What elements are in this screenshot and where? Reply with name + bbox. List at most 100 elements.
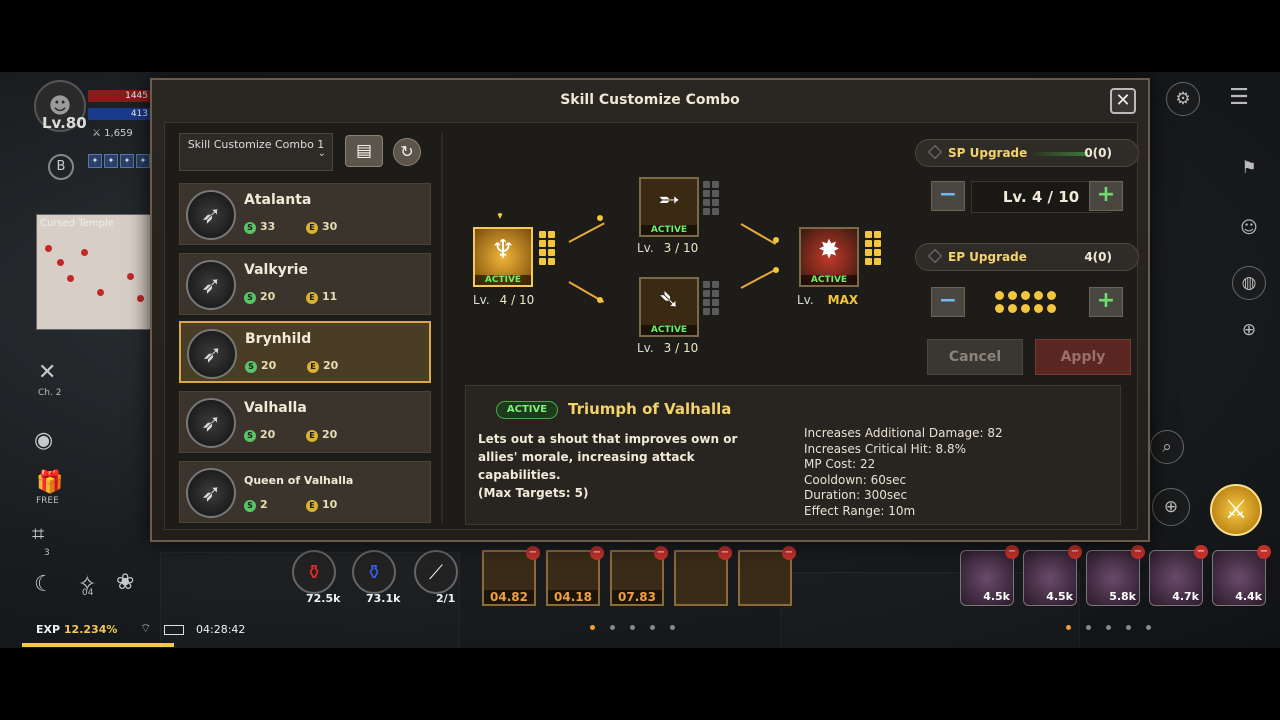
- remove-icon[interactable]: −: [1257, 545, 1271, 559]
- feather-icon[interactable]: ⟋: [414, 550, 458, 594]
- orb-icon[interactable]: ◍: [1232, 266, 1266, 300]
- page-dot[interactable]: [1126, 625, 1131, 630]
- paw-icon[interactable]: ❀: [116, 570, 134, 595]
- tree-node-top[interactable]: ➵ ACTIVE: [639, 177, 699, 237]
- skill-item-brynhild[interactable]: ➶ Brynhild S 20 E 20: [179, 321, 431, 383]
- tree-node-base[interactable]: ♆ ACTIVE: [473, 227, 533, 287]
- page-dot[interactable]: [650, 625, 655, 630]
- page-dot[interactable]: [1066, 625, 1071, 630]
- quickslot[interactable]: −: [738, 546, 796, 606]
- camera-icon[interactable]: ⌗: [32, 522, 44, 547]
- page-dot[interactable]: [630, 625, 635, 630]
- remove-icon[interactable]: −: [1068, 545, 1082, 559]
- ep-plus-button[interactable]: +: [1089, 287, 1123, 317]
- connector-dot: [773, 237, 779, 243]
- ep-value: 11: [322, 290, 338, 303]
- page-dot[interactable]: [1086, 625, 1091, 630]
- spear-icon: ➶: [186, 398, 236, 448]
- active-label: ACTIVE: [641, 325, 697, 335]
- dialog-body: Skill Customize Combo 1 ⌄ ▤ ↻ ➶ Atalanta…: [164, 122, 1139, 530]
- lv-label: Lv.: [637, 341, 654, 355]
- divider: [441, 133, 443, 523]
- buff-list: ✦ ✦ ✦ ✦: [88, 154, 150, 168]
- remove-icon[interactable]: −: [526, 546, 540, 560]
- combat-power: ⚔ 1,659: [92, 128, 133, 139]
- stat-line: Increases Additional Damage: 82: [804, 426, 1003, 440]
- tree-node-bottom[interactable]: ➴ ACTIVE: [639, 277, 699, 337]
- cancel-button[interactable]: Cancel: [927, 339, 1023, 375]
- combo-select[interactable]: Skill Customize Combo 1 ⌄: [179, 133, 333, 171]
- skill-slot[interactable]: − 4.4k: [1212, 545, 1271, 606]
- stat-line: Effect Range: 10m: [804, 503, 916, 518]
- dialog-title: Skill Customize Combo: [560, 92, 740, 108]
- skill-slot[interactable]: − 4.5k: [960, 545, 1019, 606]
- remove-icon[interactable]: −: [1005, 545, 1019, 559]
- lv-value: 3 / 10: [663, 341, 699, 355]
- chat-button[interactable]: ▤: [345, 135, 383, 167]
- quickslot[interactable]: − 04.18: [546, 546, 604, 606]
- skill-item-valkyrie[interactable]: ➶ Valkyrie S 20 E 11: [179, 253, 431, 315]
- quickslot[interactable]: −: [674, 546, 732, 606]
- channel-label: Ch. 2: [38, 388, 62, 398]
- remove-icon[interactable]: −: [1194, 545, 1208, 559]
- hide-ui-icon[interactable]: ◉: [34, 428, 53, 453]
- sp-value: 20: [260, 428, 276, 441]
- tree-node-final[interactable]: ✸ ACTIVE: [799, 227, 859, 287]
- skill-slot[interactable]: − 5.8k: [1086, 545, 1145, 606]
- target-icon[interactable]: ⊕: [1232, 314, 1266, 348]
- skill-slot[interactable]: − 4.5k: [1023, 545, 1082, 606]
- flag-icon[interactable]: ⚑: [1232, 152, 1266, 186]
- active-label: ACTIVE: [641, 225, 697, 235]
- remove-icon[interactable]: −: [654, 546, 668, 560]
- slot-label: 4.7k: [1172, 590, 1199, 603]
- level-minus-button[interactable]: −: [931, 181, 965, 211]
- skillslot-pages[interactable]: [1066, 625, 1151, 630]
- ep-minus-button[interactable]: −: [931, 287, 965, 317]
- quickslot-pages[interactable]: [590, 625, 675, 630]
- stat-line: Duration: 300sec: [804, 488, 908, 502]
- level-plus-button[interactable]: +: [1089, 181, 1123, 211]
- mascot-icon[interactable]: ☺: [1232, 212, 1266, 246]
- page-dot[interactable]: [1106, 625, 1111, 630]
- base-level-dots: [539, 231, 555, 265]
- minimap[interactable]: [36, 214, 156, 330]
- gear-icon[interactable]: ⚙: [1166, 82, 1200, 116]
- ep-icon: E: [306, 430, 318, 442]
- remove-icon[interactable]: −: [1131, 545, 1145, 559]
- quickslot[interactable]: − 07.83: [610, 546, 668, 606]
- channel-icon[interactable]: ✕: [38, 360, 56, 385]
- cooldown: 04.18: [548, 590, 598, 604]
- skill-item-valhalla[interactable]: ➶ Valhalla S 20 E 20: [179, 391, 431, 453]
- close-button[interactable]: ✕: [1110, 88, 1136, 114]
- gift-icon[interactable]: 🎁: [36, 470, 63, 495]
- menu-icon[interactable]: ☰: [1222, 82, 1256, 116]
- blue-potion-icon[interactable]: ⚱: [352, 550, 396, 594]
- apply-button[interactable]: Apply: [1035, 339, 1131, 375]
- page-dot[interactable]: [670, 625, 675, 630]
- sp-cost: S 33: [244, 220, 275, 234]
- page-dot[interactable]: [1146, 625, 1151, 630]
- connector-dot: [597, 215, 603, 221]
- slot-label: 5.8k: [1109, 590, 1136, 603]
- skill-item-queen-of-valhalla[interactable]: ➶ Queen of Valhalla S2 E 10: [179, 461, 431, 523]
- ep-cost: E 20: [307, 359, 338, 373]
- skill-slot[interactable]: − 4.7k: [1149, 545, 1208, 606]
- skill-item-atalanta[interactable]: ➶ Atalanta S 33 E 30: [179, 183, 431, 245]
- search-icon[interactable]: ⌕: [1150, 430, 1184, 464]
- attack-button[interactable]: ⚔: [1210, 484, 1262, 536]
- badge-icon[interactable]: B: [48, 154, 74, 180]
- remove-icon[interactable]: −: [590, 546, 604, 560]
- blue-potion-count: 73.1k: [366, 592, 401, 605]
- page-dot[interactable]: [610, 625, 615, 630]
- connector-dot: [773, 267, 779, 273]
- pet-count: 04: [82, 588, 94, 598]
- quickslot[interactable]: − 04.82: [482, 546, 540, 606]
- reset-button[interactable]: ↻: [393, 138, 421, 166]
- enemy-dot: [137, 295, 144, 302]
- red-potion-icon[interactable]: ⚱: [292, 550, 336, 594]
- remove-icon[interactable]: −: [718, 546, 732, 560]
- crosshair-icon[interactable]: ⊕: [1152, 488, 1190, 526]
- remove-icon[interactable]: −: [782, 546, 796, 560]
- sleep-icon[interactable]: ☾: [34, 572, 54, 597]
- page-dot[interactable]: [590, 625, 595, 630]
